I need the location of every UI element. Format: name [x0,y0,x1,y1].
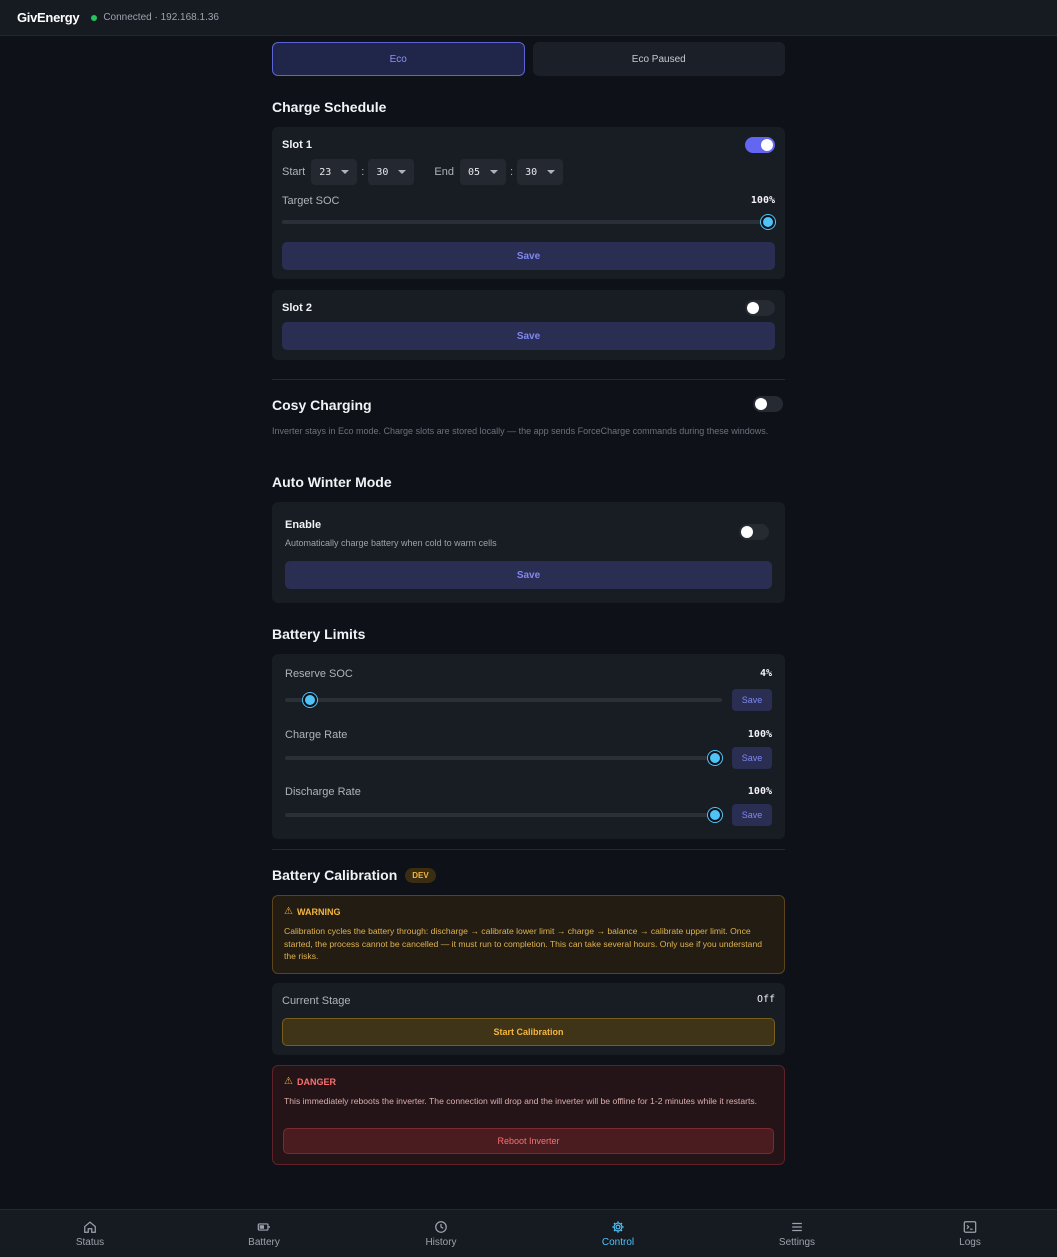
calibration-stage-card: Current Stage Off Start Calibration [272,983,785,1055]
discharge-rate-label: Discharge Rate [285,786,361,798]
discharge-rate-slider[interactable] [285,808,722,822]
app-header: GivEnergy Connected · 192.168.1.36 [0,0,1057,36]
nav-settings[interactable]: Settings [757,1210,837,1257]
battery-calibration-header: Battery Calibration DEV [272,867,436,883]
slot2-save-button[interactable]: Save [282,322,775,350]
brand-logo: GivEnergy [17,10,80,25]
nav-battery[interactable]: Battery [224,1210,304,1257]
battery-limits-card: Reserve SOC 4% Save Charge Rate 100% Sav… [272,654,785,839]
reboot-danger-card: ⚠ DANGER This immediately reboots the in… [272,1065,785,1165]
connection-status: Connected · 192.168.1.36 [91,12,219,23]
charge-rate-slider-thumb[interactable] [708,751,722,765]
connected-dot-icon [91,14,98,21]
charge-rate-save-button[interactable]: Save [732,747,772,769]
nav-status[interactable]: Status [50,1210,130,1257]
warning-icon: ⚠ [284,1076,293,1087]
chevron-down-icon [547,170,556,174]
reserve-soc-slider[interactable] [285,693,722,707]
danger-title: DANGER [296,1076,336,1087]
mode-eco-button[interactable]: Eco [272,42,525,76]
start-calibration-button[interactable]: Start Calibration [282,1018,775,1046]
nav-history[interactable]: History [401,1210,481,1257]
battery-calibration-title: Battery Calibration [272,867,398,883]
current-stage-label: Current Stage [282,995,351,1007]
nav-control[interactable]: Control [578,1210,658,1257]
slot2-title: Slot 2 [282,302,312,314]
target-soc-value: 100% [750,195,775,206]
slot1-time-row: Start 23 : 30 End 05 : 30 [282,159,564,185]
discharge-rate-save-button[interactable]: Save [732,804,772,826]
current-stage-value: Off [756,994,775,1005]
danger-text: This immediately reboots the inverter. T… [284,1096,758,1106]
slot2-toggle[interactable] [745,300,775,316]
chevron-down-icon [341,170,350,174]
chevron-down-icon [398,170,407,174]
reserve-soc-value: 4% [759,668,772,679]
end-hour-select[interactable]: 05 [459,159,507,185]
discharge-rate-value: 100% [747,786,772,797]
clock-icon [435,1221,447,1233]
warning-text: Calibration cycles the battery through: … [284,926,763,961]
end-label: End [434,166,454,178]
chevron-down-icon [490,170,499,174]
cosy-charging-description: Inverter stays in Eco mode. Charge slots… [272,426,769,436]
charge-rate-label: Charge Rate [285,729,348,741]
slot1-card: Slot 1 Start 23 : 30 End 05 : 30 Target … [272,127,785,279]
section-divider [272,379,785,380]
charge-rate-slider[interactable] [285,751,722,765]
slot1-toggle[interactable] [745,137,775,153]
reboot-inverter-button[interactable]: Reboot Inverter [283,1128,774,1154]
winter-enable-label: Enable [285,519,322,531]
calibration-warning: ⚠ WARNING Calibration cycles the battery… [272,895,785,974]
nav-logs[interactable]: Logs [930,1210,1010,1257]
battery-limits-title: Battery Limits [272,626,366,642]
warning-icon: ⚠ [284,906,293,917]
terminal-icon [963,1221,977,1233]
gear-icon [612,1221,624,1233]
target-soc-label: Target SOC [282,195,340,207]
winter-enable-desc: Automatically charge battery when cold t… [285,538,497,548]
winter-enable-toggle[interactable] [739,524,769,540]
slot1-save-button[interactable]: Save [282,242,775,270]
winter-save-button[interactable]: Save [285,561,772,589]
slot2-card: Slot 2 Save [272,290,785,360]
menu-icon [792,1222,802,1232]
mode-eco-paused-button[interactable]: Eco Paused [532,42,785,76]
connection-text: Connected · 192.168.1.36 [103,12,219,23]
home-icon [84,1221,96,1233]
cosy-charging-toggle[interactable] [753,396,783,412]
target-soc-slider[interactable] [282,215,775,229]
reserve-soc-label: Reserve SOC [285,668,353,680]
bottom-nav: Status Battery History Control Settings … [0,1209,1057,1257]
dev-badge: DEV [405,867,436,883]
battery-icon [257,1223,270,1231]
discharge-rate-slider-thumb[interactable] [708,808,722,822]
start-label: Start [282,166,306,178]
mode-selector: Eco Eco Paused [272,42,785,76]
charge-schedule-title: Charge Schedule [272,99,387,115]
reserve-soc-slider-thumb[interactable] [303,693,317,707]
start-hour-select[interactable]: 23 [311,159,358,185]
end-minute-select[interactable]: 30 [517,159,564,185]
auto-winter-title: Auto Winter Mode [272,474,392,490]
section-divider [272,849,785,850]
auto-winter-card: Enable Automatically charge battery when… [272,502,785,603]
charge-rate-value: 100% [747,729,772,740]
warning-title: WARNING [296,906,341,917]
slot1-title: Slot 1 [282,139,312,151]
cosy-charging-title: Cosy Charging [272,397,372,413]
reserve-soc-save-button[interactable]: Save [732,689,772,711]
target-soc-slider-thumb[interactable] [761,215,775,229]
start-minute-select[interactable]: 30 [368,159,415,185]
